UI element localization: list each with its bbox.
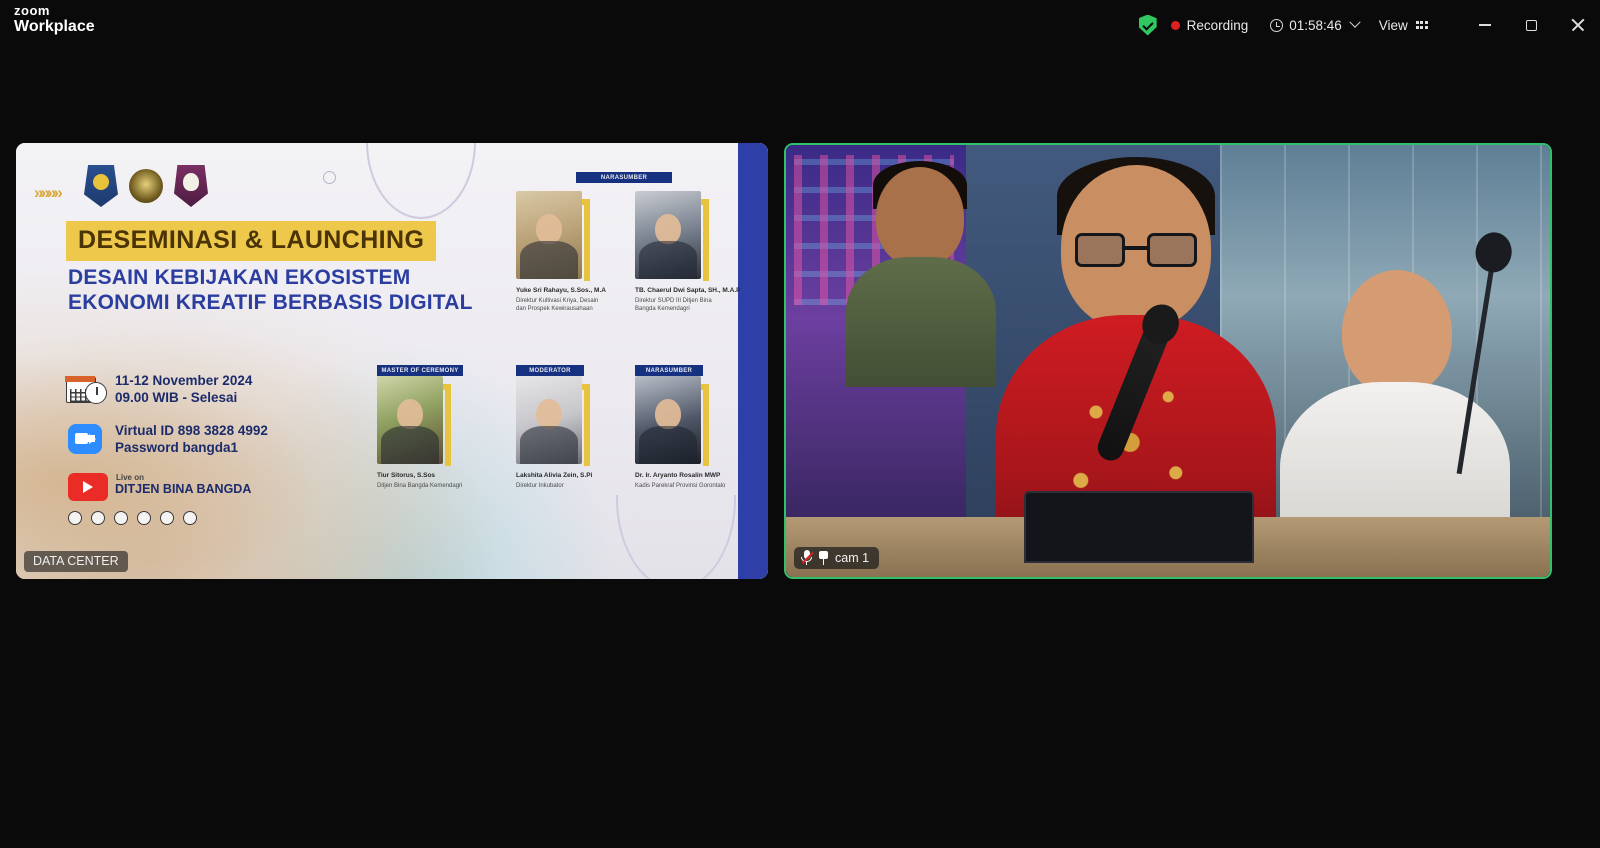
crest-garuda-icon (129, 169, 163, 203)
minimize-button[interactable] (1462, 0, 1508, 50)
close-icon (1570, 18, 1584, 32)
brand-workplace-text: Workplace (14, 18, 95, 35)
crest-kemendagri-icon (84, 165, 118, 207)
person-background-left (846, 161, 996, 387)
speaker-role-2: Ditjen Bina Bangda Kemendagri (377, 483, 463, 489)
meeting-timer[interactable]: 01:58:46 (1270, 16, 1361, 33)
badge-narasumber-top: NARASUMBER (576, 172, 672, 183)
slide-right-band (738, 143, 768, 579)
participant-name-label: cam 1 (794, 547, 880, 569)
shared-screen-tile[interactable]: »»»» DESEMINASI & LAUNCHING DESAIN KEBIJ… (16, 143, 768, 579)
view-label: View (1378, 17, 1408, 33)
video-stage: »»»» DESEMINASI & LAUNCHING DESAIN KEBIJ… (0, 50, 1600, 670)
speaker-card-4: Dr. Ir. Aryanto Rosalin MWP Kadis Parekr… (635, 376, 725, 489)
speaker-name-3: Lakshita Alivia Zein, S.Pi (516, 472, 593, 479)
zoom-workplace-logo: zoom Workplace (14, 4, 95, 35)
slide-subtitle: DESAIN KEBIJAKAN EKOSISTEM EKONOMI KREAT… (68, 266, 473, 315)
slide-youtube-prefix: Live on (116, 473, 145, 482)
speaker-name-4: Dr. Ir. Aryanto Rosalin MWP (635, 472, 721, 479)
ring-decoration (323, 171, 336, 184)
laptop-prop (1024, 491, 1254, 563)
speaker-name-2: Tiur Sitorus, S.Sos (377, 472, 436, 479)
institution-logos (84, 165, 208, 207)
shared-screen-label: DATA CENTER (24, 551, 128, 572)
badge-master-of-ceremony: MASTER OF CEREMONY (377, 365, 463, 376)
social-icons (68, 511, 197, 525)
slide-date: 11-12 November 2024 (115, 373, 253, 388)
recording-dot-icon (1170, 20, 1180, 30)
speaker-name-0: Yuke Sri Rahayu, S.Sos., M.A (516, 287, 606, 294)
speaker-card-2: Tiur Sitorus, S.Sos Ditjen Bina Bangda K… (377, 376, 462, 489)
badge-moderator: MODERATOR (516, 365, 584, 376)
glasses-icon (1075, 233, 1197, 267)
speaker-name-1: TB. Chaerul Dwi Sapta, SH., M.A.P (635, 287, 741, 294)
title-bar-right-controls: Recording 01:58:46 View (1138, 0, 1600, 50)
participant-video-tile-cam1[interactable]: cam 1 (784, 143, 1552, 579)
clock-icon (1270, 18, 1284, 32)
slide-time: 09.00 WIB - Selesai (115, 390, 238, 405)
participant-filmstrip: ✈ Dinas Pariwisata ... BAPPEDA KABUPATEN… (0, 670, 1600, 770)
title-bar: zoom Workplace Recording 01:58:46 View (0, 0, 1600, 50)
shield-check-icon[interactable] (1138, 14, 1157, 36)
maximize-button[interactable] (1508, 0, 1554, 50)
badge-keynote: NARASUMBER (635, 365, 703, 376)
speaker-role-3: Direktur Inkubator (516, 483, 564, 489)
meeting-toolbar: Audio Video 248 Participants 19 Chat Rea… (0, 770, 1600, 848)
view-button[interactable]: View (1379, 18, 1428, 33)
chevron-down-icon[interactable] (1349, 16, 1361, 28)
speaker-role-4: Kadis Parekraf Provinsi Gorontalo (635, 483, 726, 489)
zoom-camera-icon (68, 424, 102, 454)
speaker-card-3: Lakshita Alivia Zein, S.Pi Direktur Inku… (516, 376, 592, 489)
pin-icon (818, 550, 829, 565)
minimize-icon (1479, 24, 1491, 26)
calendar-clock-icon (65, 375, 107, 405)
restore-icon (1525, 17, 1541, 31)
speaker-card-1: TB. Chaerul Dwi Sapta, SH., M.A.P Direkt… (635, 191, 740, 312)
brand-zoom-text: zoom (14, 3, 50, 18)
slide-title: DESEMINASI & LAUNCHING (66, 221, 437, 261)
speaker-role-1: Direktur SUPD III Ditjen Bina Bangda Kem… (635, 298, 712, 313)
meeting-timer-value: 01:58:46 (1289, 17, 1342, 33)
speaker-card-0: Yuke Sri Rahayu, S.Sos., M.A Direktur Ku… (516, 191, 606, 312)
grid-icon (1415, 21, 1428, 29)
slide-virtual-id: Virtual ID 898 3828 4992 (115, 423, 268, 438)
participant-name-text: cam 1 (835, 550, 870, 565)
chevron-decoration: »»»» (34, 183, 63, 202)
recording-indicator[interactable]: Recording (1170, 17, 1249, 33)
recording-label: Recording (1186, 17, 1249, 33)
slide-password: Password bangda1 (115, 440, 239, 455)
close-button[interactable] (1554, 0, 1600, 50)
youtube-icon (68, 473, 108, 501)
speaker-role-0: Direktur Kultivasi Kriya, Desain dan Pro… (516, 298, 599, 313)
mic-muted-icon (801, 550, 814, 565)
slide-youtube-channel: DITJEN BINA BANGDA (115, 482, 252, 496)
crest-province-icon (174, 165, 208, 207)
